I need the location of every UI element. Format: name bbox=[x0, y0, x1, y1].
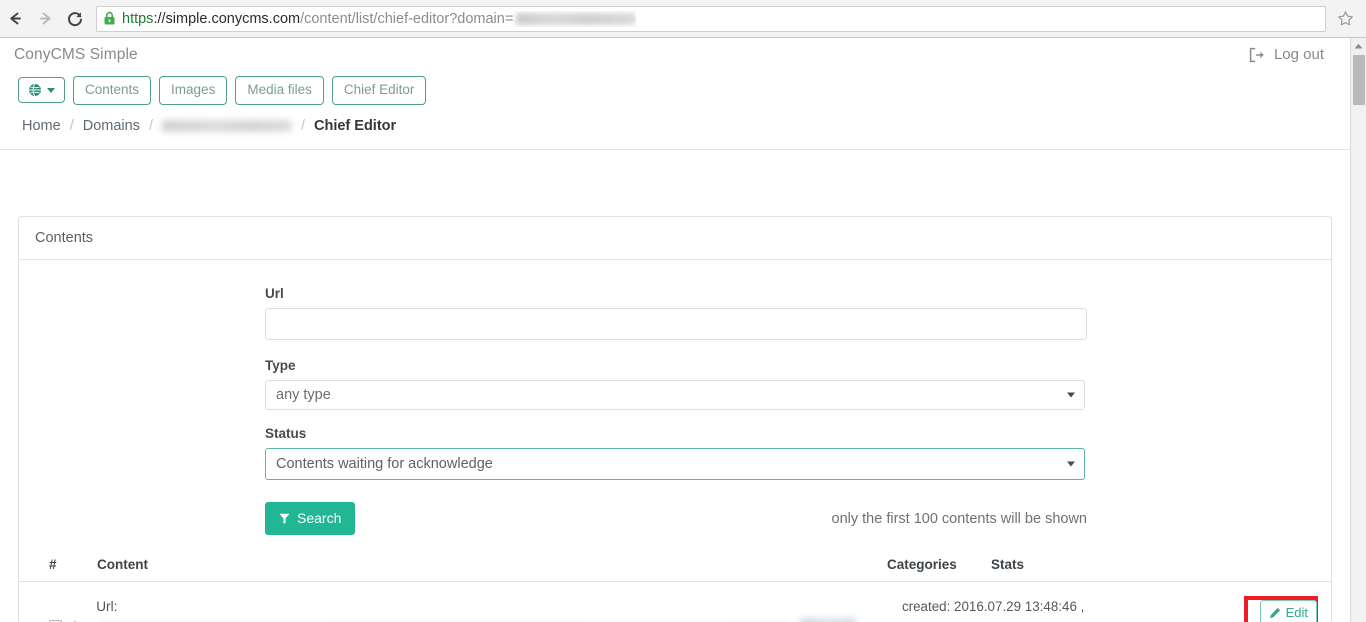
row-categories-cell bbox=[799, 596, 902, 622]
search-button[interactable]: Search bbox=[265, 502, 356, 535]
panel-body: Url Type any type Status Contents waitin… bbox=[19, 260, 1331, 622]
row-created-by: content@idasearch.com bbox=[902, 618, 1236, 622]
bookmark-button[interactable] bbox=[1330, 6, 1360, 32]
arrow-right-icon bbox=[39, 12, 51, 25]
pencil-icon bbox=[1269, 607, 1280, 618]
star-icon bbox=[1337, 11, 1353, 26]
sidebar-item-domain-switcher[interactable] bbox=[18, 77, 65, 104]
row-url-line: Url: bbox=[96, 596, 799, 622]
column-header-num: # bbox=[49, 557, 57, 572]
reload-icon bbox=[68, 11, 82, 26]
row-index: 1. bbox=[71, 618, 83, 622]
scrollbar-up-arrow[interactable] bbox=[1351, 38, 1366, 54]
sign-out-icon bbox=[1249, 47, 1264, 62]
nav-item-chief-editor[interactable]: Chief Editor bbox=[331, 76, 427, 105]
filter-icon bbox=[279, 513, 290, 524]
column-header-categories: Categories bbox=[887, 557, 957, 572]
row-select-cell: 1. bbox=[19, 596, 96, 622]
url-host: simple.conycms.com bbox=[165, 10, 301, 27]
url-path: /content/list/chief-editor?domain= bbox=[300, 10, 514, 27]
url-input[interactable] bbox=[265, 308, 1087, 340]
nav-item-media-files[interactable]: Media files bbox=[235, 76, 324, 105]
logout-label: Log out bbox=[1273, 46, 1324, 63]
type-select[interactable]: any type bbox=[265, 380, 1085, 410]
row-created: created: 2016.07.29 13:48:46 , bbox=[901, 599, 1085, 614]
nav-item-contents[interactable]: Contents bbox=[73, 76, 152, 105]
type-field-label: Type bbox=[265, 358, 296, 373]
breadcrumb: Home / Domains / / Chief Editor bbox=[22, 118, 396, 134]
breadcrumb-domain-redacted[interactable] bbox=[161, 120, 292, 132]
search-button-label: Search bbox=[297, 510, 342, 526]
url-scheme: https bbox=[122, 10, 154, 27]
browser-toolbar: https://simple.conycms.com/content/list/… bbox=[0, 0, 1366, 38]
url-redacted-domain bbox=[516, 12, 637, 25]
arrow-left-icon bbox=[9, 12, 21, 25]
chevron-down-icon bbox=[47, 87, 55, 93]
row-category-redacted bbox=[799, 618, 856, 622]
table-header-row: # Content Categories Stats bbox=[19, 557, 1331, 582]
status-field-label: Status bbox=[265, 426, 307, 441]
breadcrumb-separator: / bbox=[69, 118, 74, 134]
back-button[interactable] bbox=[0, 4, 30, 34]
column-header-content: Content bbox=[97, 557, 148, 572]
column-header-stats: Stats bbox=[991, 557, 1025, 572]
page-scrollbar[interactable] bbox=[1350, 38, 1366, 622]
results-limit-hint: only the first 100 contents will be show… bbox=[831, 510, 1088, 527]
url-separator: :// bbox=[153, 10, 166, 27]
row-url-label: Url: bbox=[96, 599, 118, 614]
brand-title: ConyCMS Simple bbox=[14, 46, 138, 63]
contents-panel: Contents Url Type any type Status Conten… bbox=[18, 216, 1332, 622]
panel-title: Contents bbox=[19, 217, 1331, 260]
scrollbar-thumb[interactable] bbox=[1353, 55, 1365, 105]
nav-item-images[interactable]: Images bbox=[159, 76, 228, 105]
search-row: Search only the first 100 contents will … bbox=[265, 502, 1087, 535]
breadcrumb-domains[interactable]: Domains bbox=[83, 118, 140, 134]
url-field-label: Url bbox=[265, 286, 284, 301]
breadcrumb-current: Chief Editor bbox=[314, 118, 397, 134]
logout-button[interactable]: Log out bbox=[1249, 46, 1324, 63]
chevron-up-icon bbox=[1354, 43, 1363, 49]
status-select[interactable]: Contents waiting for acknowledge bbox=[265, 448, 1085, 480]
row-actions-cell: Edit Delete bbox=[1236, 596, 1331, 622]
edit-button-label: Edit bbox=[1285, 605, 1309, 620]
page-content: ConyCMS Simple Log out Contents Images M… bbox=[0, 38, 1350, 622]
status-select-wrap: Contents waiting for acknowledge bbox=[265, 448, 1085, 480]
search-form: Url Type any type Status Contents waitin… bbox=[19, 260, 1331, 535]
site-header: ConyCMS Simple Log out Contents Images M… bbox=[0, 38, 1350, 150]
globe-icon bbox=[29, 83, 41, 97]
breadcrumb-separator: / bbox=[148, 118, 153, 134]
contents-table: # Content Categories Stats 1. Url: bbox=[19, 557, 1331, 622]
row-stats-cell: created: 2016.07.29 13:48:46 , content@i… bbox=[902, 596, 1236, 622]
address-bar[interactable]: https://simple.conycms.com/content/list/… bbox=[96, 5, 1326, 32]
type-select-wrap: any type bbox=[265, 380, 1085, 410]
forward-button[interactable] bbox=[30, 4, 60, 34]
url-text: https://simple.conycms.com/content/list/… bbox=[122, 10, 637, 27]
lock-icon bbox=[103, 11, 116, 26]
breadcrumb-separator: / bbox=[300, 118, 305, 134]
breadcrumb-home[interactable]: Home bbox=[22, 118, 61, 134]
reload-button[interactable] bbox=[60, 4, 90, 34]
main-nav: Contents Images Media files Chief Editor bbox=[18, 76, 427, 105]
edit-button[interactable]: Edit bbox=[1259, 600, 1318, 622]
table-row: 1. Url: Title: ID: 579b5ebe212c83ab5edf7… bbox=[19, 582, 1331, 622]
row-content-cell: Url: Title: ID: 579b5ebe212c83ab5edf7b62 bbox=[96, 596, 799, 622]
